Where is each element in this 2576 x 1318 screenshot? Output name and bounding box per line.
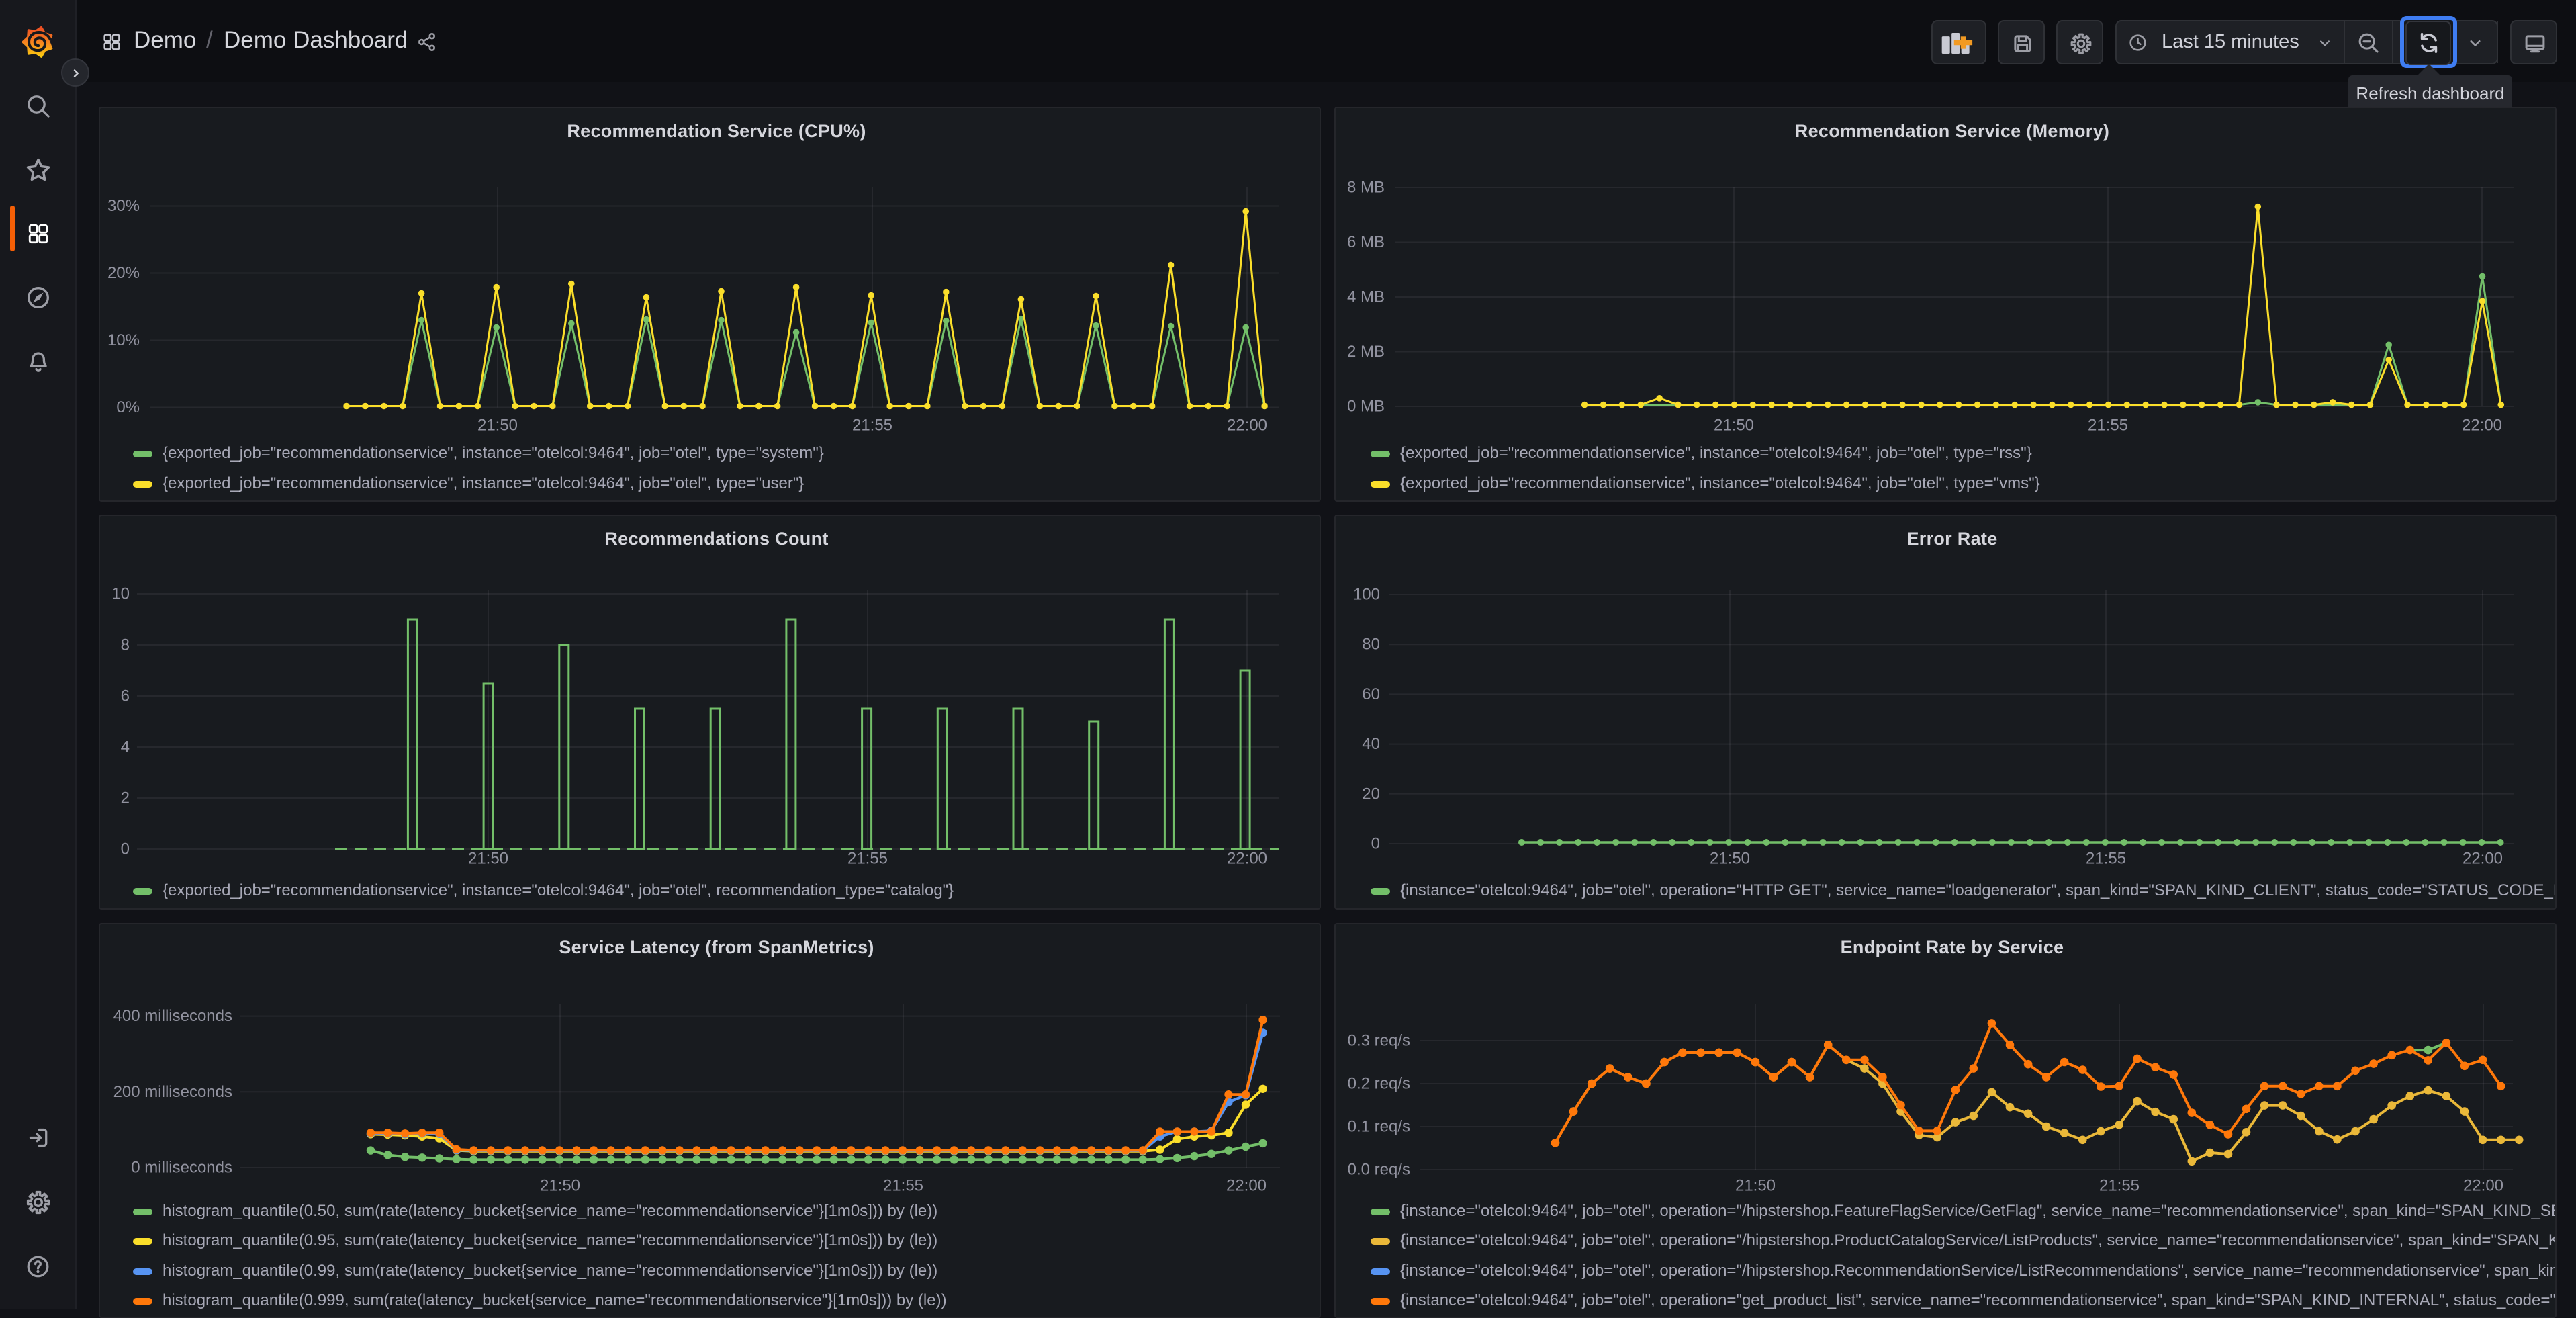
- svg-text:6: 6: [121, 687, 130, 705]
- svg-text:22:00: 22:00: [2462, 416, 2502, 435]
- svg-text:21:50: 21:50: [540, 1177, 580, 1195]
- svg-text:21:50: 21:50: [1714, 416, 1754, 435]
- svg-text:21:55: 21:55: [2099, 1177, 2140, 1195]
- svg-text:30%: 30%: [107, 197, 140, 215]
- svg-text:21:55: 21:55: [2086, 850, 2126, 868]
- svg-text:22:00: 22:00: [1226, 1177, 1267, 1195]
- svg-text:4 MB: 4 MB: [1347, 288, 1385, 306]
- svg-text:0.3 req/s: 0.3 req/s: [1348, 1032, 1410, 1050]
- svg-text:0.2 req/s: 0.2 req/s: [1348, 1075, 1410, 1093]
- svg-text:2: 2: [121, 789, 130, 807]
- svg-text:0%: 0%: [116, 398, 140, 416]
- svg-text:8 MB: 8 MB: [1347, 179, 1385, 197]
- svg-text:2 MB: 2 MB: [1347, 343, 1385, 361]
- svg-text:21:55: 21:55: [2088, 416, 2128, 435]
- svg-text:80: 80: [1362, 635, 1380, 654]
- svg-text:8: 8: [121, 636, 130, 654]
- svg-text:21:55: 21:55: [847, 850, 888, 868]
- svg-text:60: 60: [1362, 685, 1380, 703]
- svg-text:0 MB: 0 MB: [1347, 398, 1385, 416]
- svg-text:0 milliseconds: 0 milliseconds: [131, 1159, 232, 1177]
- svg-text:40: 40: [1362, 735, 1380, 753]
- svg-text:0: 0: [121, 840, 130, 859]
- svg-text:21:50: 21:50: [468, 850, 508, 868]
- svg-text:100: 100: [1353, 586, 1380, 604]
- svg-text:0.1 req/s: 0.1 req/s: [1348, 1118, 1410, 1136]
- svg-text:22:00: 22:00: [2463, 850, 2503, 868]
- svg-text:21:50: 21:50: [1710, 850, 1750, 868]
- svg-text:21:50: 21:50: [477, 416, 518, 435]
- svg-text:22:00: 22:00: [1227, 416, 1267, 435]
- svg-text:21:55: 21:55: [852, 416, 892, 435]
- svg-text:22:00: 22:00: [1227, 850, 1267, 868]
- svg-text:0.0 req/s: 0.0 req/s: [1348, 1161, 1410, 1179]
- svg-text:400 milliseconds: 400 milliseconds: [113, 1007, 232, 1025]
- svg-text:10%: 10%: [107, 331, 140, 349]
- svg-text:20: 20: [1362, 785, 1380, 803]
- svg-text:21:55: 21:55: [883, 1177, 923, 1195]
- svg-text:10: 10: [111, 585, 130, 603]
- svg-text:20%: 20%: [107, 264, 140, 282]
- svg-text:4: 4: [121, 738, 130, 756]
- svg-text:22:00: 22:00: [2463, 1177, 2503, 1195]
- svg-text:6 MB: 6 MB: [1347, 233, 1385, 251]
- svg-text:21:50: 21:50: [1735, 1177, 1776, 1195]
- svg-text:200 milliseconds: 200 milliseconds: [113, 1083, 232, 1101]
- svg-text:0: 0: [1371, 835, 1380, 853]
